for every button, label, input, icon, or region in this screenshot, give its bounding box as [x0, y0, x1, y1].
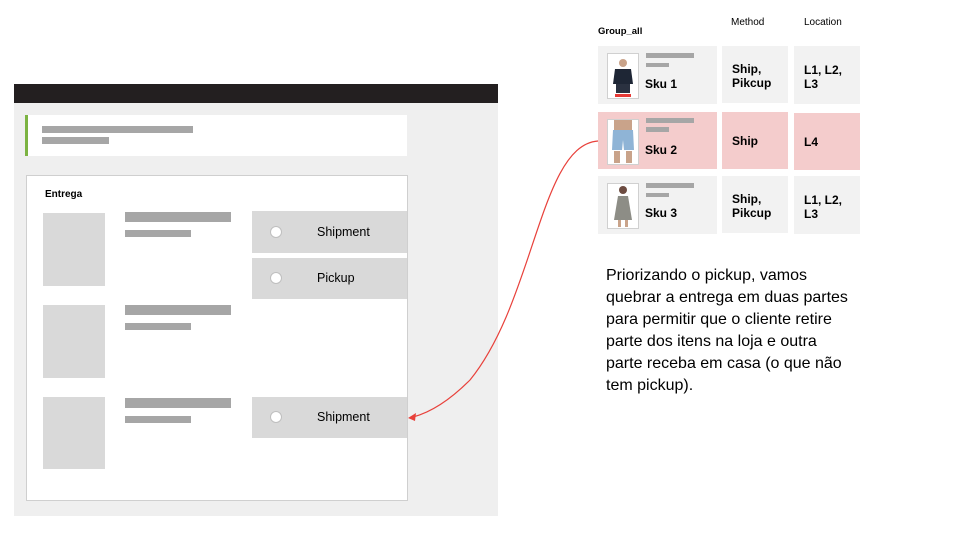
sku-cell: Sku 3 [598, 176, 717, 234]
location-value: L1, L2, L3 [804, 63, 843, 91]
method-value: Ship, Pikcup [732, 192, 772, 220]
product-image-dress [607, 183, 639, 229]
location-value: L4 [804, 135, 819, 149]
group-label: Group_all [598, 26, 643, 37]
location-cell: L1, L2, L3 [794, 46, 860, 104]
text-placeholder [646, 118, 694, 123]
product-image-tshirt [607, 53, 639, 99]
text-placeholder [646, 127, 669, 132]
sku-cell: Sku 1 [598, 46, 717, 104]
sku-label: Sku 2 [645, 143, 678, 157]
text-placeholder [646, 63, 669, 67]
method-cell: Ship, Pikcup [722, 46, 788, 103]
product-image-shorts [607, 119, 639, 165]
location-value: L1, L2, L3 [804, 193, 843, 221]
annotation-text: Priorizando o pickup, vamos quebrar a en… [606, 267, 848, 394]
text-placeholder [646, 53, 694, 58]
method-value: Ship, Pikcup [732, 62, 772, 90]
method-header: Method [731, 17, 765, 28]
method-cell-highlighted: Ship [722, 112, 788, 169]
sku-cell-highlighted: Sku 2 [598, 112, 717, 169]
arrow-line [412, 140, 599, 418]
method-value: Ship [732, 134, 758, 148]
arrowhead [408, 413, 416, 421]
location-header: Location [804, 17, 842, 28]
location-cell-highlighted: L4 [794, 113, 860, 170]
method-cell: Ship, Pikcup [722, 176, 788, 233]
location-cell: L1, L2, L3 [794, 176, 860, 234]
sku-label: Sku 3 [645, 206, 678, 220]
text-placeholder [646, 183, 694, 188]
text-placeholder [646, 193, 669, 197]
sku-label: Sku 1 [645, 77, 678, 91]
